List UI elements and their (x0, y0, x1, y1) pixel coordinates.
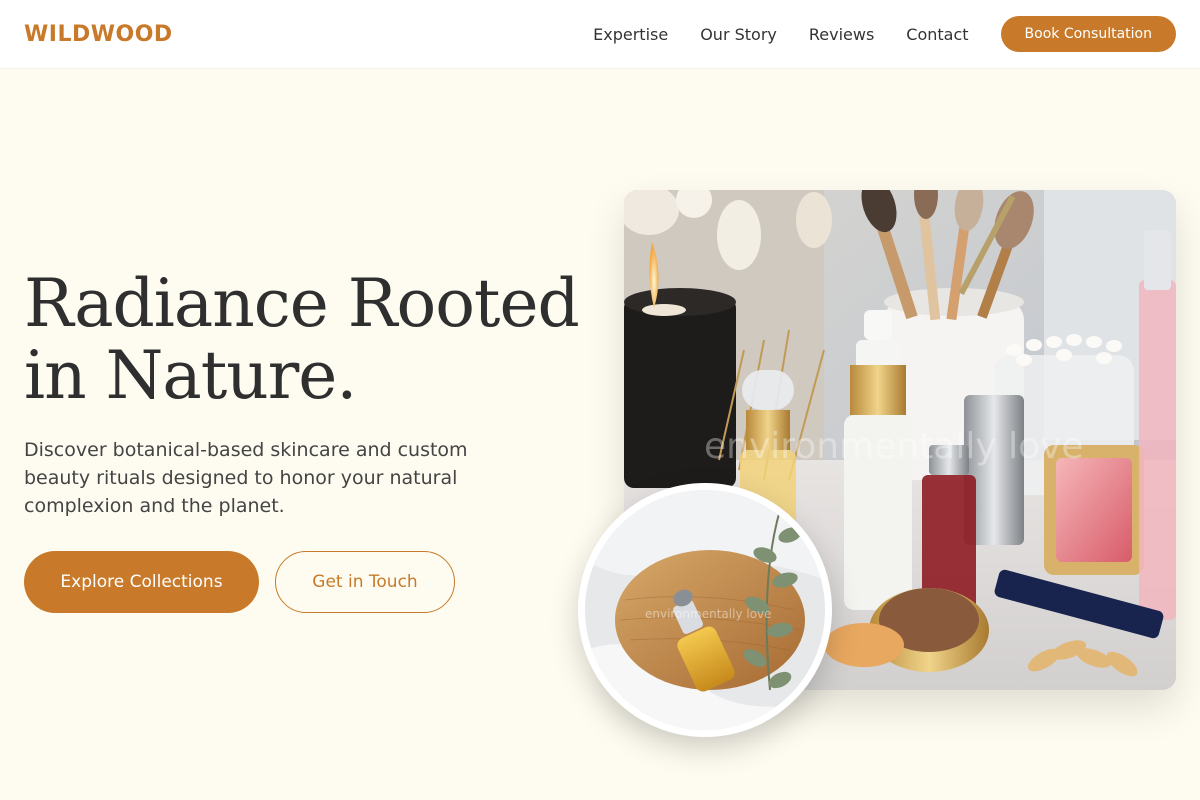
hero-subtitle: Discover botanical-based skincare and cu… (24, 439, 468, 517)
brand-logo[interactable]: WILDWOOD (24, 22, 173, 47)
explore-collections-button[interactable]: Explore Collections (24, 551, 259, 613)
nav-link-contact[interactable]: Contact (906, 25, 968, 44)
main-nav: Expertise Our Story Reviews Contact Book… (593, 16, 1176, 52)
hero-title: Radiance Rooted in Nature. (24, 268, 604, 412)
nav-link-our-story[interactable]: Our Story (700, 25, 777, 44)
round-photo-watermark: environmentally love (645, 607, 772, 621)
serum-photo-art: environmentally love (585, 490, 825, 730)
nav-link-expertise[interactable]: Expertise (593, 25, 668, 44)
hero-title-line-2: in Nature. (24, 337, 357, 414)
nav-link-reviews[interactable]: Reviews (809, 25, 874, 44)
site-header: WILDWOOD Expertise Our Story Reviews Con… (0, 0, 1200, 68)
hero-title-line-1: Radiance Rooted (24, 265, 580, 342)
book-consultation-button[interactable]: Book Consultation (1000, 16, 1176, 52)
main-photo-watermark: environmentally love (704, 426, 1084, 467)
serum-photo: environmentally love (578, 483, 832, 737)
get-in-touch-button[interactable]: Get in Touch (275, 551, 455, 613)
